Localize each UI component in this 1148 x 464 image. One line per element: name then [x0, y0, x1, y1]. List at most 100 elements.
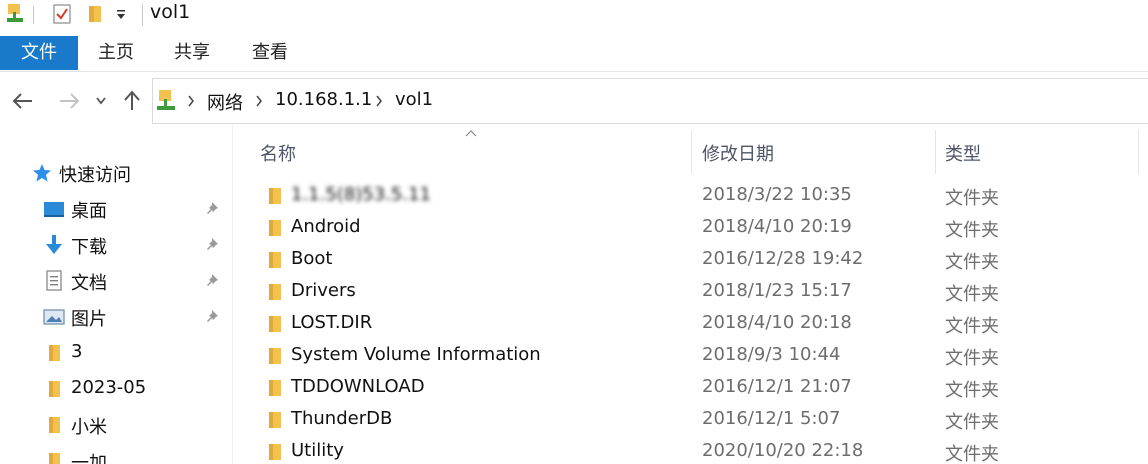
list-item[interactable]: Boot 2016/12/28 19:42 文件夹 [252, 244, 1148, 276]
breadcrumb-separator-icon[interactable] [373, 91, 385, 111]
pin-icon[interactable] [206, 236, 222, 252]
folder-icon [269, 316, 281, 332]
breadcrumb-vol1[interactable]: vol1 [395, 89, 433, 110]
file-type: 文件夹 [945, 220, 999, 241]
folder-icon [269, 188, 281, 204]
network-drive-icon [155, 89, 177, 113]
sidebar-item-label: 文档 [71, 273, 107, 294]
title-bar: vol1 [0, 0, 1148, 34]
tab-view[interactable]: 查看 [240, 36, 300, 70]
chevron-down-icon [96, 97, 106, 105]
sidebar-item-pictures[interactable]: 图片 [0, 300, 232, 334]
file-type: 文件夹 [945, 252, 999, 273]
breadcrumb-host[interactable]: 10.168.1.1 [275, 89, 372, 110]
tab-home[interactable]: 主页 [86, 36, 146, 70]
up-button[interactable] [118, 86, 146, 116]
customize-toolbar-icon[interactable] [112, 2, 130, 26]
file-name: 1.1.5(8)53.5.11 [291, 184, 432, 205]
app-folder-icon[interactable] [4, 2, 26, 26]
sidebar-item-label: 3 [71, 341, 83, 362]
list-item[interactable]: Drivers 2018/1/23 15:17 文件夹 [252, 276, 1148, 308]
sidebar-item-desktop[interactable]: 桌面 [0, 192, 232, 226]
sidebar-item-quick-access[interactable]: 快速访问 [0, 156, 232, 190]
pane-divider[interactable] [232, 124, 233, 464]
new-folder-icon[interactable] [84, 2, 106, 26]
folder-icon [43, 414, 65, 436]
file-date: 2016/12/28 19:42 [702, 248, 864, 269]
file-name: Utility [291, 440, 344, 461]
desktop-icon [43, 198, 65, 220]
file-date: 2018/1/23 15:17 [702, 280, 852, 301]
file-date: 2020/10/20 22:18 [702, 440, 864, 461]
file-name: Android [291, 216, 361, 237]
sidebar-item-label: 2023-05 [71, 377, 147, 398]
column-header-label: 修改日期 [702, 144, 774, 165]
list-item[interactable]: Utility 2020/10/20 22:18 文件夹 [252, 436, 1148, 464]
quick-access-separator [33, 6, 34, 24]
star-icon [31, 162, 53, 184]
file-date: 2018/3/22 10:35 [702, 184, 852, 205]
file-name: Boot [291, 248, 333, 269]
file-name: TDDOWNLOAD [291, 376, 425, 397]
file-name: System Volume Information [291, 344, 541, 365]
folder-icon [43, 450, 65, 464]
file-date: 2018/9/3 10:44 [702, 344, 841, 365]
sidebar-item-label: 图片 [71, 309, 107, 330]
file-type: 文件夹 [945, 188, 999, 209]
sidebar-item-documents[interactable]: 文档 [0, 264, 232, 298]
sidebar-item-label: 下载 [71, 237, 107, 258]
recent-locations-button[interactable] [88, 86, 114, 116]
breadcrumb-separator-icon[interactable] [185, 91, 197, 111]
title-separator [142, 4, 143, 26]
folder-icon [269, 412, 281, 428]
sidebar-item-label: 快速访问 [59, 165, 131, 186]
file-type: 文件夹 [945, 316, 999, 337]
pin-icon[interactable] [206, 272, 222, 288]
column-header-name[interactable]: 名称 [250, 130, 690, 174]
properties-icon[interactable] [50, 2, 74, 26]
sidebar-item-folder-oneplus[interactable]: 一加 [0, 444, 232, 464]
column-header-type[interactable]: 类型 [936, 130, 1138, 174]
forward-button[interactable] [55, 86, 83, 116]
file-name: Drivers [291, 280, 356, 301]
tab-share[interactable]: 共享 [162, 36, 222, 70]
folder-icon [43, 342, 65, 364]
file-type: 文件夹 [945, 444, 999, 464]
list-item[interactable]: ThunderDB 2016/12/1 5:07 文件夹 [252, 404, 1148, 436]
list-item[interactable]: LOST.DIR 2018/4/10 20:18 文件夹 [252, 308, 1148, 340]
window-title: vol1 [150, 1, 191, 23]
list-item[interactable]: TDDOWNLOAD 2016/12/1 21:07 文件夹 [252, 372, 1148, 404]
list-item[interactable]: Android 2018/4/10 20:19 文件夹 [252, 212, 1148, 244]
file-type: 文件夹 [945, 412, 999, 433]
column-resize-handle[interactable] [1138, 130, 1139, 174]
list-item[interactable]: 1.1.5(8)53.5.11 2018/3/22 10:35 文件夹 [252, 180, 1148, 212]
sidebar-item-label: 桌面 [71, 201, 107, 222]
file-name: ThunderDB [291, 408, 393, 429]
file-date: 2016/12/1 21:07 [702, 376, 852, 397]
column-header-date[interactable]: 修改日期 [692, 130, 934, 174]
folder-icon [269, 252, 281, 268]
picture-icon [43, 306, 65, 328]
list-item[interactable]: System Volume Information 2018/9/3 10:44… [252, 340, 1148, 372]
file-name: LOST.DIR [291, 312, 373, 333]
sidebar-item-folder-3[interactable]: 3 [0, 336, 232, 370]
sidebar-item-label: 一加 [71, 453, 107, 464]
breadcrumb-network[interactable]: 网络 [207, 89, 243, 115]
sidebar-item-folder-xiaomi[interactable]: 小米 [0, 408, 232, 442]
file-date: 2018/4/10 20:19 [702, 216, 852, 237]
pin-icon[interactable] [206, 200, 222, 216]
tab-file[interactable]: 文件 [0, 36, 78, 70]
folder-icon [269, 348, 281, 364]
back-button[interactable] [9, 86, 37, 116]
folder-icon [269, 284, 281, 300]
address-bar[interactable]: 网络 10.168.1.1 vol1 [152, 78, 1148, 124]
file-type: 文件夹 [945, 284, 999, 305]
sidebar-item-folder-2023-05[interactable]: 2023-05 [0, 372, 232, 406]
navigation-pane: 快速访问 桌面 下载 文档 图片 3 2023-05 小米 一加 [0, 124, 232, 464]
sidebar-item-downloads[interactable]: 下载 [0, 228, 232, 262]
breadcrumb-separator-icon[interactable] [253, 91, 265, 111]
arrow-right-icon [60, 93, 80, 109]
folder-icon [269, 380, 281, 396]
pin-icon[interactable] [206, 308, 222, 324]
document-icon [43, 270, 65, 292]
